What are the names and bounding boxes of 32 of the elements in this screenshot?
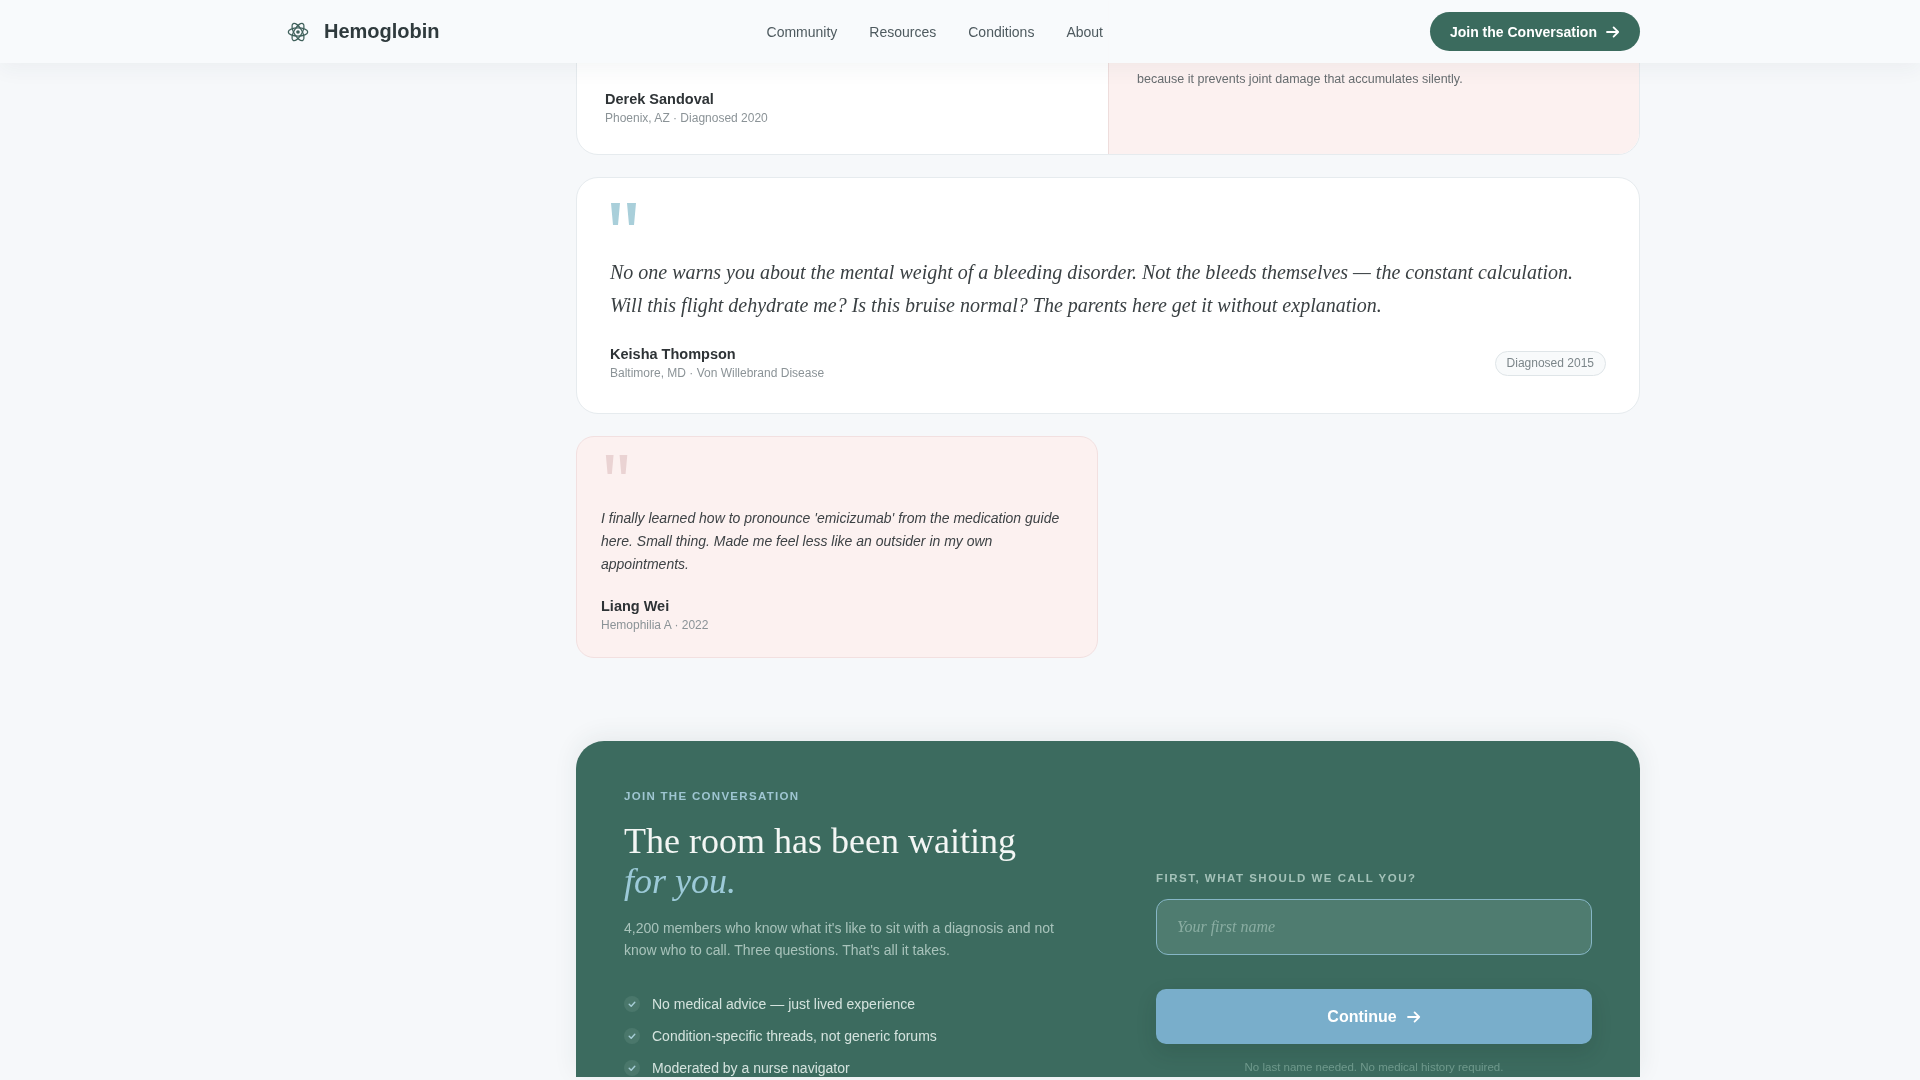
check-icon	[624, 1060, 640, 1076]
section-description: 4,200 members who know what it's like to sit with a diagnosis and not know who to call. Three questions. That's all it takes.	[624, 919, 1055, 960]
quote-text: I finally learned how to pronounce 'emicizumab' from the medication guide here. Small thing. Made me feel less like an outsider in my own appointments.	[601, 509, 1061, 574]
reviewer-details: Phoenix, AZ · Diagnosed 2020	[605, 110, 769, 127]
nav-link[interactable]: Conditions	[968, 23, 1035, 40]
reviewer-details: Hemophilia A · 2022	[601, 617, 710, 634]
benefit-text: No medical advice — just lived experience	[652, 995, 915, 1014]
check-icon	[624, 996, 640, 1012]
arrow-right-icon	[1606, 24, 1620, 39]
nav-link[interactable]: Community	[766, 23, 838, 40]
first-name-input[interactable]: Your first name	[1156, 899, 1592, 955]
reviewer-details: Baltimore, MD · Von Willebrand Disease	[610, 365, 825, 382]
reviewer-name: Liang Wei	[601, 597, 671, 616]
nav-link[interactable]: Resources	[869, 23, 937, 40]
eyebrow-label: JOIN THE CONVERSATION	[624, 789, 801, 803]
quote-text: No one warns you about the mental weight of a bleeding disorder. Not the bleeds themselves — the constant calculation. Will this flight dehydrate me? Is this bruise normal? The parents here get it without explanation.	[610, 260, 1575, 319]
reviewer-name: Keisha Thompson	[610, 345, 737, 364]
check-icon	[624, 1028, 640, 1044]
nav-link[interactable]: About	[1066, 23, 1103, 40]
diagnosis-badge: Diagnosed 2015	[1494, 350, 1606, 376]
quote-mark-icon	[605, 455, 629, 474]
arrow-right-icon	[1406, 1009, 1421, 1024]
reviewer-name: Derek Sandoval	[605, 90, 715, 109]
brand-name: Hemoglobin	[324, 20, 440, 43]
benefit-text: Condition-specific threads, not generic forums	[652, 1027, 937, 1046]
panel-text: because it prevents joint damage that accumulates silently.	[1137, 71, 1464, 88]
field-label: FIRST, WHAT SHOULD WE CALL YOU?	[1156, 871, 1418, 885]
quote-mark-icon	[610, 203, 638, 225]
atom-icon	[287, 20, 309, 43]
section-heading: The room has been waiting for you.	[624, 821, 1017, 901]
join-button[interactable]: Join the Conversation	[1429, 12, 1640, 51]
benefit-text: Moderated by a nurse navigator	[652, 1059, 850, 1078]
